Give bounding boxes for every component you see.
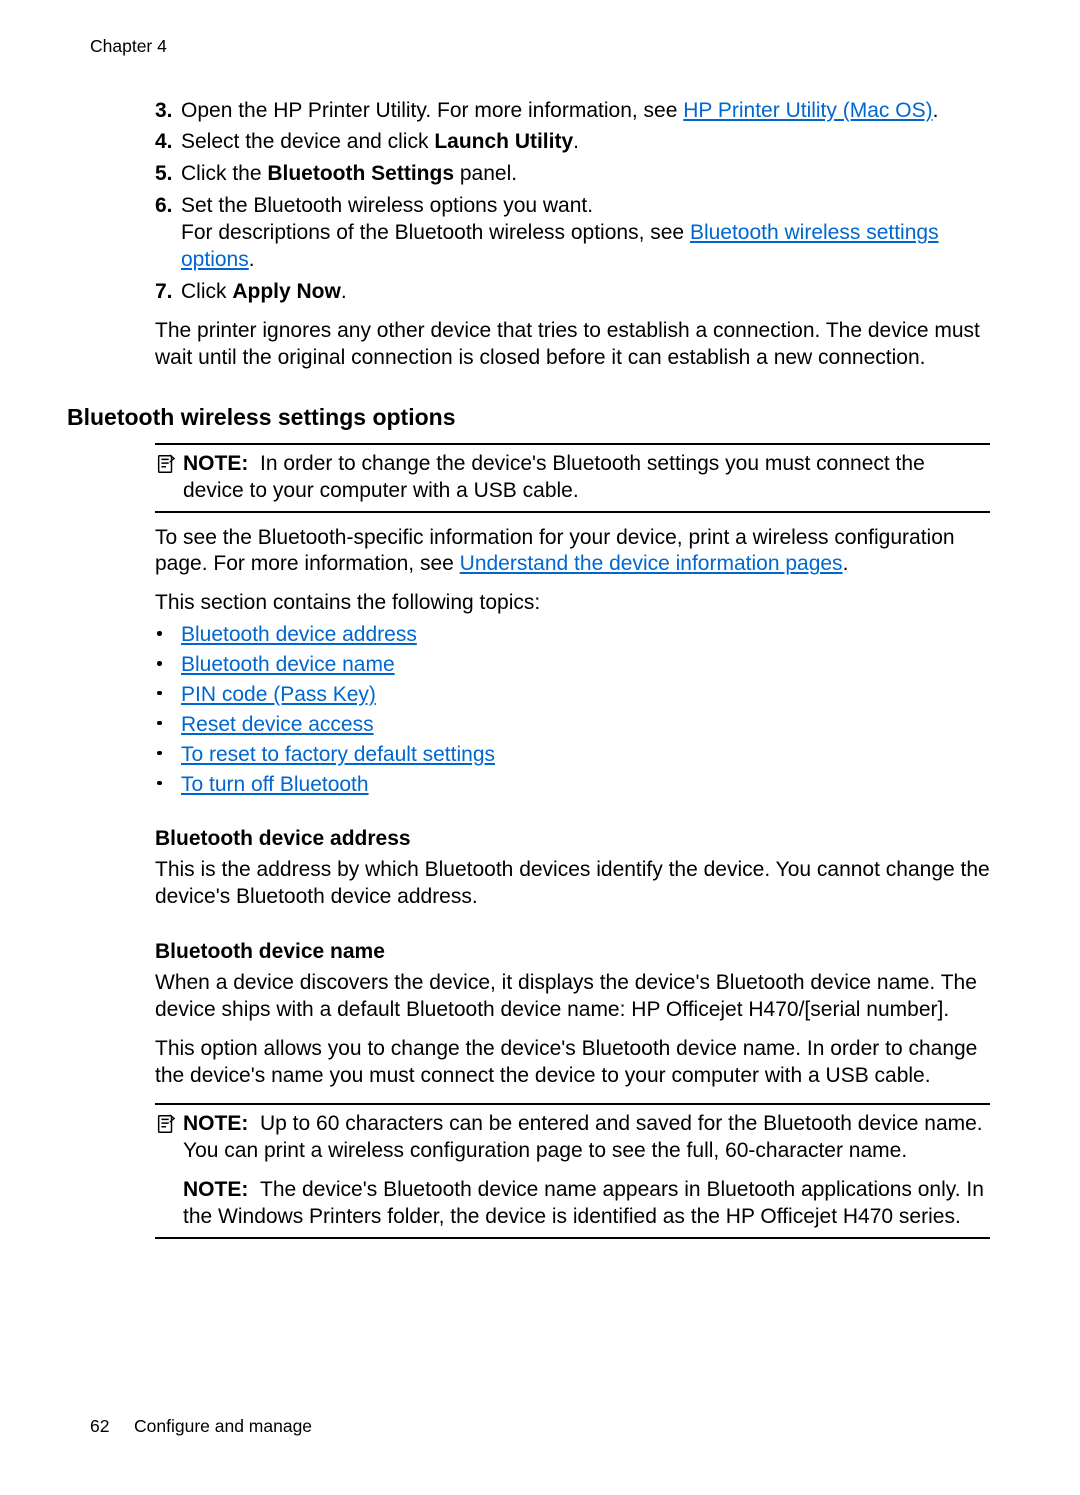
note-text: NOTE: Up to 60 characters can be entered… [183, 1111, 990, 1165]
step-number: 5. [155, 161, 173, 188]
link-topic-address[interactable]: Bluetooth device address [181, 623, 417, 646]
link-topic-reset-access[interactable]: Reset device access [181, 713, 374, 736]
subheading-device-name: Bluetooth device name [155, 939, 990, 966]
topic-item: To reset to factory default settings [155, 742, 990, 769]
para-config-page: To see the Bluetooth-specific informatio… [155, 525, 990, 579]
bullet-icon [157, 661, 162, 666]
topic-item: To turn off Bluetooth [155, 772, 990, 799]
bullet-icon [157, 691, 162, 696]
step-text: Click [181, 280, 232, 303]
note-icon [155, 1113, 181, 1143]
chapter-label: Chapter 4 [90, 38, 990, 56]
step-tail: . [573, 130, 579, 153]
step-number: 7. [155, 279, 173, 306]
bold-bluetooth-settings: Bluetooth Settings [267, 162, 454, 185]
step-text: Click the [181, 162, 267, 185]
step-7: 7. Click Apply Now. [155, 279, 990, 306]
footer-title: Configure and manage [134, 1416, 312, 1436]
step-tail: . [341, 280, 347, 303]
note-box-1: NOTE: In order to change the device's Bl… [155, 443, 990, 513]
note-box-2: NOTE: Up to 60 characters can be entered… [155, 1103, 990, 1239]
bold-apply-now: Apply Now [232, 280, 341, 303]
link-topic-name[interactable]: Bluetooth device name [181, 653, 395, 676]
step-number: 4. [155, 129, 173, 156]
step-number: 6. [155, 193, 173, 220]
step-text: Select the device and click [181, 130, 434, 153]
step-number: 3. [155, 98, 173, 125]
subheading-device-address: Bluetooth device address [155, 826, 990, 853]
topic-item: Bluetooth device name [155, 652, 990, 679]
bullet-icon [157, 631, 162, 636]
para-text-b: . [843, 552, 849, 575]
link-device-info-pages[interactable]: Understand the device information pages [460, 552, 843, 575]
topic-item: PIN code (Pass Key) [155, 682, 990, 709]
numbered-steps: 3. Open the HP Printer Utility. For more… [155, 98, 990, 306]
note-body: The device's Bluetooth device name appea… [183, 1178, 984, 1228]
step-text-line1: Set the Bluetooth wireless options you w… [181, 194, 593, 217]
note-label: NOTE: [183, 452, 248, 475]
body-device-name-2: This option allows you to change the dev… [155, 1036, 990, 1090]
bullet-icon [157, 751, 162, 756]
step-text-line2a: For descriptions of the Bluetooth wirele… [181, 221, 690, 244]
step-4: 4. Select the device and click Launch Ut… [155, 129, 990, 156]
bold-launch-utility: Launch Utility [434, 130, 573, 153]
body-device-address: This is the address by which Bluetooth d… [155, 857, 990, 911]
step-text: Open the HP Printer Utility. For more in… [181, 99, 683, 122]
note-text-2: NOTE: The device's Bluetooth device name… [183, 1177, 990, 1231]
step-3: 3. Open the HP Printer Utility. For more… [155, 98, 990, 125]
page-number: 62 [90, 1415, 134, 1437]
topic-item: Bluetooth device address [155, 622, 990, 649]
link-topic-turn-off[interactable]: To turn off Bluetooth [181, 773, 369, 796]
section-heading-bluetooth-options: Bluetooth wireless settings options [67, 403, 990, 432]
step-tail: . [933, 99, 939, 122]
note-icon [155, 453, 181, 483]
bullet-icon [157, 781, 162, 786]
note-text: NOTE: In order to change the device's Bl… [183, 451, 990, 505]
step-6: 6. Set the Bluetooth wireless options yo… [155, 193, 990, 274]
link-topic-factory-reset[interactable]: To reset to factory default settings [181, 743, 495, 766]
link-hp-printer-utility[interactable]: HP Printer Utility (Mac OS) [683, 99, 932, 122]
note-body: Up to 60 characters can be entered and s… [183, 1112, 983, 1162]
link-topic-pin[interactable]: PIN code (Pass Key) [181, 683, 376, 706]
body-device-name-1: When a device discovers the device, it d… [155, 970, 990, 1024]
step-tail: panel. [454, 162, 517, 185]
note-body: In order to change the device's Bluetoot… [183, 452, 925, 502]
note-label: NOTE: [183, 1112, 248, 1135]
topics-list: Bluetooth device address Bluetooth devic… [155, 622, 990, 798]
step-5: 5. Click the Bluetooth Settings panel. [155, 161, 990, 188]
note-label: NOTE: [183, 1178, 248, 1201]
step-text-line2b: . [249, 248, 255, 271]
topics-intro: This section contains the following topi… [155, 590, 990, 617]
page: Chapter 4 3. Open the HP Printer Utility… [0, 0, 1080, 1495]
topic-item: Reset device access [155, 712, 990, 739]
bullet-icon [157, 721, 162, 726]
page-footer: 62Configure and manage [90, 1415, 312, 1437]
post-steps-paragraph: The printer ignores any other device tha… [155, 318, 990, 372]
